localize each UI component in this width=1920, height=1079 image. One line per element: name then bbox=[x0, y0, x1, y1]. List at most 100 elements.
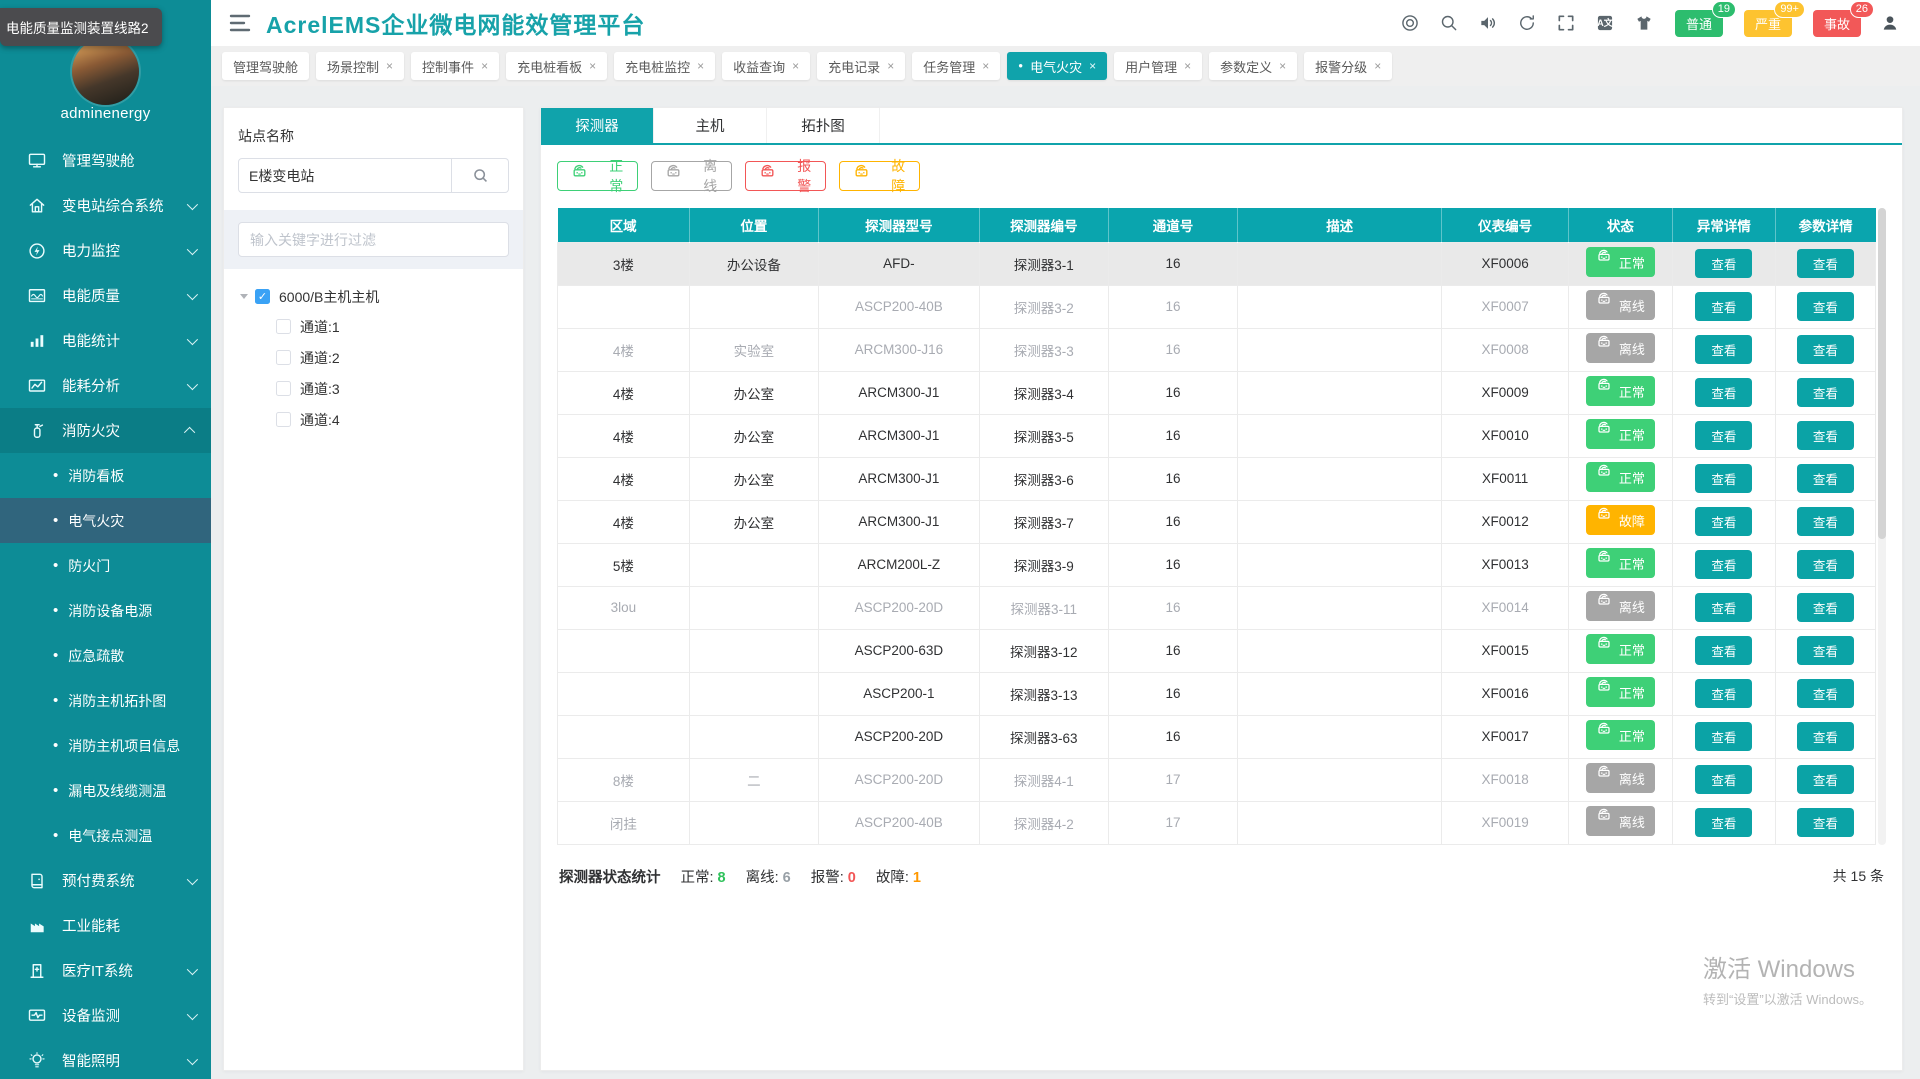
filter-button-alarm[interactable]: 报警 bbox=[745, 161, 826, 191]
sidebar-subitem-电气火灾[interactable]: 电气火灾 bbox=[0, 498, 211, 543]
tab-主机[interactable]: 主机 bbox=[654, 108, 767, 143]
table-row[interactable]: 4楼办公室ARCM300-J1探测器3-616XF0011正常查看查看 bbox=[558, 457, 1876, 500]
page-tab-报警分级[interactable]: 报警分级× bbox=[1304, 52, 1392, 80]
tree-child-row[interactable]: 通道:2 bbox=[238, 342, 509, 373]
close-icon[interactable]: × bbox=[1374, 59, 1381, 73]
close-icon[interactable]: × bbox=[982, 59, 989, 73]
view-params-button[interactable]: 查看 bbox=[1797, 550, 1854, 579]
table-row[interactable]: 4楼办公室ARCM300-J1探测器3-716XF0012故障查看查看 bbox=[558, 500, 1876, 543]
sidebar-item-智能照明[interactable]: 智能照明 bbox=[0, 1038, 211, 1079]
page-tab-控制事件[interactable]: 控制事件× bbox=[411, 52, 499, 80]
sidebar-item-消防火灾[interactable]: 消防火灾 bbox=[0, 408, 211, 453]
sidebar-item-电能质量[interactable]: 电能质量 bbox=[0, 273, 211, 318]
table-row[interactable]: 4楼办公室ARCM300-J1探测器3-516XF0010正常查看查看 bbox=[558, 414, 1876, 457]
tree-child-checkbox[interactable] bbox=[276, 350, 291, 365]
filter-button-normal[interactable]: 正常 bbox=[557, 161, 638, 191]
view-exception-button[interactable]: 查看 bbox=[1695, 722, 1752, 751]
page-tab-参数定义[interactable]: 参数定义× bbox=[1209, 52, 1297, 80]
table-row[interactable]: ASCP200-63D探测器3-1216XF0015正常查看查看 bbox=[558, 629, 1876, 672]
view-params-button[interactable]: 查看 bbox=[1797, 722, 1854, 751]
sidebar-subitem-消防主机拓扑图[interactable]: 消防主机拓扑图 bbox=[0, 678, 211, 723]
close-icon[interactable]: × bbox=[386, 59, 393, 73]
tree-child-row[interactable]: 通道:1 bbox=[238, 311, 509, 342]
close-icon[interactable]: × bbox=[1089, 59, 1096, 73]
compass-icon[interactable] bbox=[1400, 13, 1420, 33]
page-tab-充电桩监控[interactable]: 充电桩监控× bbox=[614, 52, 715, 80]
tree-root-checkbox[interactable]: ✓ bbox=[255, 289, 270, 304]
sidebar-subitem-消防设备电源[interactable]: 消防设备电源 bbox=[0, 588, 211, 633]
table-row[interactable]: 3louASCP200-20D探测器3-1116XF0014离线查看查看 bbox=[558, 586, 1876, 629]
tree-child-row[interactable]: 通道:3 bbox=[238, 373, 509, 404]
table-row[interactable]: ASCP200-20D探测器3-6316XF0017正常查看查看 bbox=[558, 715, 1876, 758]
view-exception-button[interactable]: 查看 bbox=[1695, 292, 1752, 321]
view-params-button[interactable]: 查看 bbox=[1797, 249, 1854, 278]
alarm-badge-danger[interactable]: 事故26 bbox=[1813, 10, 1861, 37]
close-icon[interactable]: × bbox=[887, 59, 894, 73]
view-exception-button[interactable]: 查看 bbox=[1695, 593, 1752, 622]
page-tab-充电桩看板[interactable]: 充电桩看板× bbox=[506, 52, 607, 80]
sidebar-subitem-防火门[interactable]: 防火门 bbox=[0, 543, 211, 588]
view-params-button[interactable]: 查看 bbox=[1797, 765, 1854, 794]
sidebar-item-设备监测[interactable]: 设备监测 bbox=[0, 993, 211, 1038]
station-search-button[interactable] bbox=[452, 158, 509, 193]
sidebar-subitem-消防看板[interactable]: 消防看板 bbox=[0, 453, 211, 498]
page-tab-场景控制[interactable]: 场景控制× bbox=[316, 52, 404, 80]
table-row[interactable]: 8楼二ASCP200-20D探测器4-117XF0018离线查看查看 bbox=[558, 758, 1876, 801]
view-exception-button[interactable]: 查看 bbox=[1695, 765, 1752, 794]
fullscreen-icon[interactable] bbox=[1556, 13, 1576, 33]
table-row[interactable]: 4楼办公室ARCM300-J1探测器3-416XF0009正常查看查看 bbox=[558, 371, 1876, 414]
sidebar-subitem-电气接点测温[interactable]: 电气接点测温 bbox=[0, 813, 211, 858]
table-row[interactable]: ASCP200-1探测器3-1316XF0016正常查看查看 bbox=[558, 672, 1876, 715]
view-params-button[interactable]: 查看 bbox=[1797, 335, 1854, 364]
view-exception-button[interactable]: 查看 bbox=[1695, 464, 1752, 493]
sidebar-item-工业能耗[interactable]: 工业能耗 bbox=[0, 903, 211, 948]
sidebar-item-电能统计[interactable]: 电能统计 bbox=[0, 318, 211, 363]
translate-icon[interactable]: A文 bbox=[1595, 13, 1615, 33]
table-row[interactable]: ASCP200-40B探测器3-216XF0007离线查看查看 bbox=[558, 285, 1876, 328]
view-params-button[interactable]: 查看 bbox=[1797, 421, 1854, 450]
tree-child-checkbox[interactable] bbox=[276, 319, 291, 334]
table-row[interactable]: 3楼办公设备AFD-探测器3-116XF0006正常查看查看 bbox=[558, 242, 1876, 285]
refresh-icon[interactable] bbox=[1517, 13, 1537, 33]
page-tab-用户管理[interactable]: 用户管理× bbox=[1114, 52, 1202, 80]
filter-button-offline[interactable]: 离线 bbox=[651, 161, 732, 191]
sidebar-subitem-漏电及线缆测温[interactable]: 漏电及线缆测温 bbox=[0, 768, 211, 813]
view-exception-button[interactable]: 查看 bbox=[1695, 550, 1752, 579]
view-params-button[interactable]: 查看 bbox=[1797, 378, 1854, 407]
tree-child-checkbox[interactable] bbox=[276, 381, 291, 396]
tree-child-row[interactable]: 通道:4 bbox=[238, 404, 509, 435]
view-params-button[interactable]: 查看 bbox=[1797, 679, 1854, 708]
sidebar-item-能耗分析[interactable]: 能耗分析 bbox=[0, 363, 211, 408]
close-icon[interactable]: × bbox=[1279, 59, 1286, 73]
caret-down-icon[interactable] bbox=[240, 294, 248, 299]
table-row[interactable]: 4楼实验室ARCM300-J16探测器3-316XF0008离线查看查看 bbox=[558, 328, 1876, 371]
sidebar-item-预付费系统[interactable]: 预付费系统 bbox=[0, 858, 211, 903]
tree-root-row[interactable]: ✓ 6000/B主机主机 bbox=[238, 282, 509, 311]
view-exception-button[interactable]: 查看 bbox=[1695, 249, 1752, 278]
page-tab-收益查询[interactable]: 收益查询× bbox=[722, 52, 810, 80]
menu-toggle-icon[interactable] bbox=[229, 14, 251, 32]
tree-child-checkbox[interactable] bbox=[276, 412, 291, 427]
close-icon[interactable]: × bbox=[792, 59, 799, 73]
page-tab-电气火灾[interactable]: ●电气火灾× bbox=[1007, 52, 1107, 80]
close-icon[interactable]: × bbox=[1184, 59, 1191, 73]
view-exception-button[interactable]: 查看 bbox=[1695, 808, 1752, 837]
sidebar-item-管理驾驶舱[interactable]: 管理驾驶舱 bbox=[0, 138, 211, 183]
sidebar-subitem-应急疏散[interactable]: 应急疏散 bbox=[0, 633, 211, 678]
sidebar-item-变电站综合系统[interactable]: 变电站综合系统 bbox=[0, 183, 211, 228]
table-scrollbar-thumb[interactable] bbox=[1878, 208, 1886, 539]
view-exception-button[interactable]: 查看 bbox=[1695, 335, 1752, 364]
close-icon[interactable]: × bbox=[589, 59, 596, 73]
view-params-button[interactable]: 查看 bbox=[1797, 636, 1854, 665]
tree-filter-input[interactable] bbox=[238, 222, 509, 257]
page-tab-管理驾驶舱[interactable]: 管理驾驶舱 bbox=[222, 52, 309, 80]
alarm-badge-warn[interactable]: 严重99+ bbox=[1744, 10, 1792, 37]
view-params-button[interactable]: 查看 bbox=[1797, 593, 1854, 622]
close-icon[interactable]: × bbox=[481, 59, 488, 73]
alarm-badge-normal[interactable]: 普通19 bbox=[1675, 10, 1723, 37]
view-exception-button[interactable]: 查看 bbox=[1695, 378, 1752, 407]
tab-拓扑图[interactable]: 拓扑图 bbox=[767, 108, 880, 143]
view-params-button[interactable]: 查看 bbox=[1797, 292, 1854, 321]
view-params-button[interactable]: 查看 bbox=[1797, 464, 1854, 493]
filter-button-fault[interactable]: 故障 bbox=[839, 161, 920, 191]
